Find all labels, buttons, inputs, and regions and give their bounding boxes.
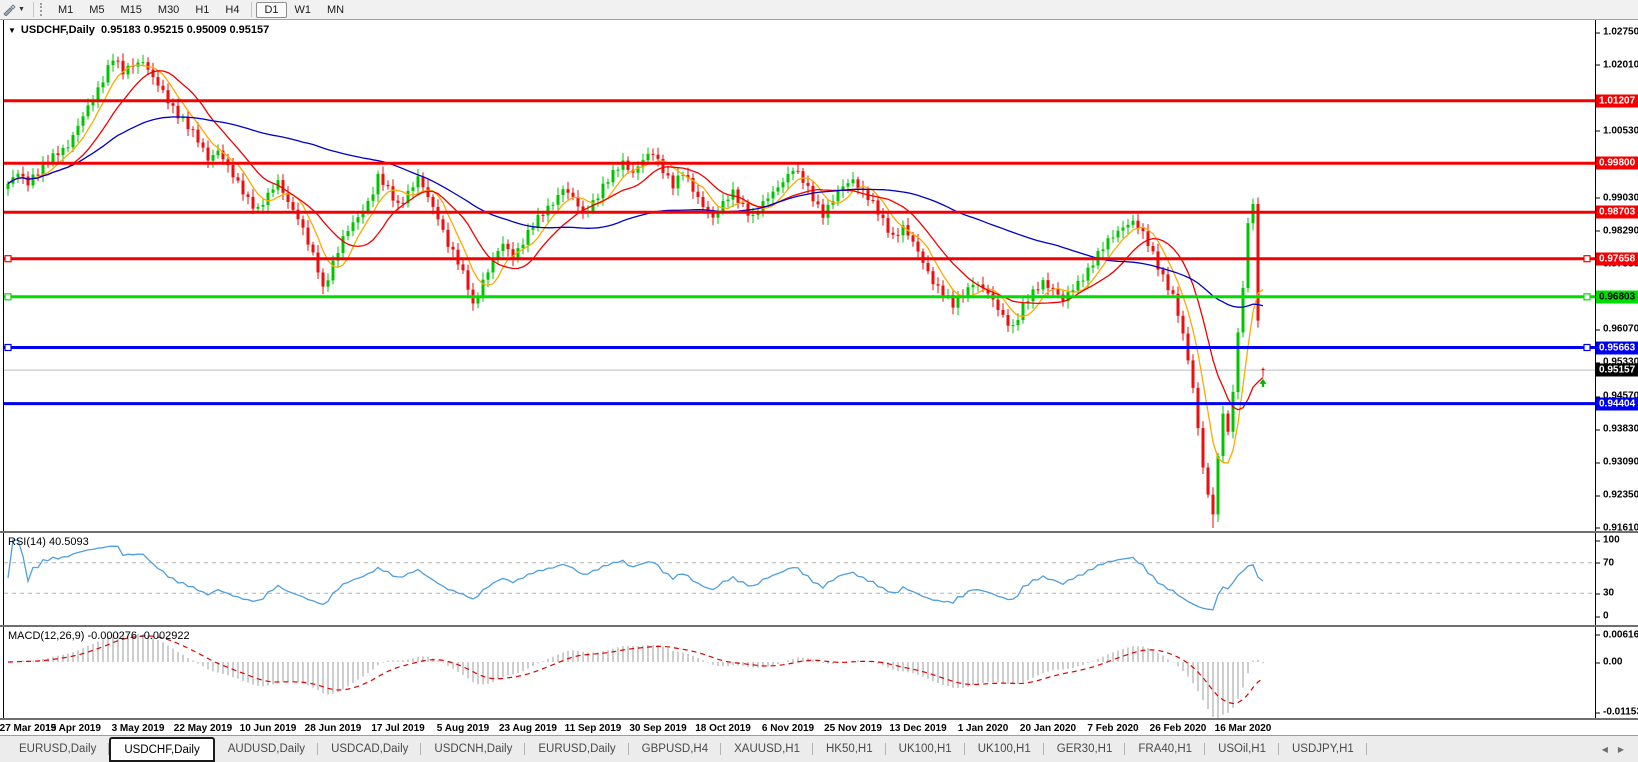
date-axis-label: 28 Jun 2019 <box>304 723 362 734</box>
price-level-tag: 0.94404 <box>1596 397 1638 411</box>
tool-dropdown-icon[interactable]: ▼ <box>18 6 25 13</box>
macd-label: MACD(12,26,9) -0.000276 -0.002922 <box>8 630 190 642</box>
current-price-tag: 0.95157 <box>1596 363 1638 377</box>
chart-tab-audusd-daily[interactable]: AUDUSD,Daily <box>215 736 319 762</box>
macd-tick-label: 0.006167 <box>1596 629 1638 640</box>
timeframe-button-m15[interactable]: M15 <box>113 2 150 18</box>
rsi-label: RSI(14) 40.5093 <box>8 536 89 548</box>
timeframe-button-h1[interactable]: H1 <box>187 2 217 18</box>
price-level-tag: 0.95663 <box>1596 341 1638 355</box>
chart-tab-ger30-h1[interactable]: GER30,H1 <box>1044 736 1126 762</box>
chart-title: ▼ USDCHF,Daily 0.95183 0.95215 0.95009 0.… <box>8 24 269 36</box>
macd-plot[interactable] <box>0 627 1596 718</box>
macd-axis[interactable]: 0.006167 0.00 -0.011531 <box>1595 627 1638 718</box>
price-tick-label: 0.93090 <box>1596 457 1638 468</box>
chart-tab-uk100-h1[interactable]: UK100,H1 <box>886 736 965 762</box>
chart-tab-usdchf-daily[interactable]: USDCHF,Daily <box>109 737 215 762</box>
timeframe-button-mn[interactable]: MN <box>319 2 352 18</box>
rsi-panel: RSI(14) 40.5093 100 70 30 0 <box>0 533 1638 627</box>
toolbar-separator <box>251 2 253 17</box>
chart-tab-usoil-h1[interactable]: USOil,H1 <box>1205 736 1279 762</box>
date-axis-label: 25 Nov 2019 <box>824 723 882 734</box>
date-axis-label: 30 Sep 2019 <box>629 723 687 734</box>
timeframe-button-w1[interactable]: W1 <box>287 2 320 18</box>
price-level-tag: 0.97658 <box>1596 252 1638 266</box>
chart-tab-fra40-h1[interactable]: FRA40,H1 <box>1125 736 1205 762</box>
timeframe-button-m1[interactable]: M1 <box>50 2 81 18</box>
rsi-tick-label: 30 <box>1596 588 1614 599</box>
chart-symbol: USDCHF,Daily <box>20 24 95 36</box>
tab-scroll-left-icon[interactable]: ◀ <box>1602 745 1608 754</box>
price-tick-label: 1.02010 <box>1596 59 1638 70</box>
date-axis-label: 17 Jul 2019 <box>371 723 425 734</box>
chart-tab-eurusd-daily[interactable]: EURUSD,Daily <box>6 736 110 762</box>
date-axis-label: 15 Apr 2019 <box>45 723 101 734</box>
timeframe-button-d1[interactable]: D1 <box>256 1 287 18</box>
chart-tab-eurusd-daily[interactable]: EURUSD,Daily <box>525 736 630 762</box>
price-tick-label: 0.96070 <box>1596 324 1638 335</box>
price-level-tag: 0.96803 <box>1596 290 1638 304</box>
price-level-tag: 1.01207 <box>1596 94 1638 108</box>
rsi-axis[interactable]: 100 70 30 0 <box>1595 533 1638 625</box>
chart-tab-uk100-h1[interactable]: UK100,H1 <box>965 736 1044 762</box>
chart-tab-usdjpy-h1[interactable]: USDJPY,H1 <box>1279 736 1367 762</box>
chart-window: ▼ USDCHF,Daily 0.95183 0.95215 0.95009 0.… <box>0 20 1638 741</box>
toolbar-separator <box>32 2 34 17</box>
date-axis-label: 26 Feb 2020 <box>1149 723 1207 734</box>
rsi-tick-label: 70 <box>1596 557 1614 568</box>
date-axis-label: 5 Aug 2019 <box>436 723 490 734</box>
price-tick-label: 0.98290 <box>1596 225 1638 236</box>
tab-scroll-right-icon[interactable]: ▶ <box>1618 745 1624 754</box>
price-tick-label: 0.92350 <box>1596 490 1638 501</box>
price-tick-label: 0.99030 <box>1596 192 1638 203</box>
price-tick-label: 1.02750 <box>1596 27 1638 38</box>
price-level-tag: 0.99800 <box>1596 156 1638 170</box>
chart-tab-hk50-h1[interactable]: HK50,H1 <box>813 736 886 762</box>
date-axis-label: 1 Jan 2020 <box>957 723 1009 734</box>
macd-tick-label: -0.011531 <box>1596 707 1638 718</box>
rsi-tick-label: 100 <box>1596 535 1620 546</box>
date-axis-label: 11 Sep 2019 <box>564 723 622 734</box>
chart-tab-usdcnh-daily[interactable]: USDCNH,Daily <box>421 736 526 762</box>
rsi-tick-label: 0 <box>1596 611 1609 622</box>
main-chart-panel: ▼ USDCHF,Daily 0.95183 0.95215 0.95009 0.… <box>0 20 1638 533</box>
rsi-plot[interactable] <box>0 533 1596 625</box>
macd-tick-label: 0.00 <box>1596 657 1622 668</box>
date-axis-label: 16 Mar 2020 <box>1214 723 1272 734</box>
date-axis-label: 10 Jun 2019 <box>239 723 297 734</box>
main-chart-plot[interactable] <box>0 20 1596 531</box>
date-axis-label: 6 Nov 2019 <box>761 723 815 734</box>
date-axis-label: 22 May 2019 <box>173 723 233 734</box>
price-tick-label: 0.91610 <box>1596 522 1638 533</box>
chart-ohlc-values: 0.95183 0.95215 0.95009 0.95157 <box>101 24 270 36</box>
chart-tab-gbpusd-h4[interactable]: GBPUSD,H4 <box>629 736 722 762</box>
price-axis[interactable]: 1.027501.020101.005300.990300.982900.975… <box>1595 20 1638 533</box>
price-tick-label: 1.00530 <box>1596 125 1638 136</box>
chart-tab-usdcad-daily[interactable]: USDCAD,Daily <box>318 736 422 762</box>
chart-tab-xauusd-h1[interactable]: XAUUSD,H1 <box>721 736 813 762</box>
symbol-dropdown-icon[interactable]: ▼ <box>8 26 16 35</box>
toolbar-grip-handle[interactable] <box>39 3 45 16</box>
price-level-tag: 0.98703 <box>1596 205 1638 219</box>
timeframe-button-m30[interactable]: M30 <box>150 2 187 18</box>
date-axis-label: 7 Feb 2020 <box>1087 723 1139 734</box>
timeframe-button-m5[interactable]: M5 <box>81 2 112 18</box>
chart-tab-bar: EURUSD,Daily USDCHF,Daily AUDUSD,Daily USDC… <box>0 735 1638 762</box>
price-tick-label: 0.93830 <box>1596 424 1638 435</box>
date-axis-label: 18 Oct 2019 <box>695 723 751 734</box>
timeframe-button-h4[interactable]: H4 <box>217 2 247 18</box>
date-axis-label: 13 Dec 2019 <box>889 723 947 734</box>
date-axis-label: 3 May 2019 <box>111 723 165 734</box>
date-axis-label: 20 Jan 2020 <box>1019 723 1077 734</box>
date-axis-label: 23 Aug 2019 <box>499 723 557 734</box>
timeframe-toolbar: ▼ M1 M5 M15 M30 H1 H4 D1 W1 MN <box>0 0 1638 20</box>
draw-tool-icon[interactable] <box>2 3 16 16</box>
macd-panel: MACD(12,26,9) -0.000276 -0.002922 0.0061… <box>0 627 1638 720</box>
